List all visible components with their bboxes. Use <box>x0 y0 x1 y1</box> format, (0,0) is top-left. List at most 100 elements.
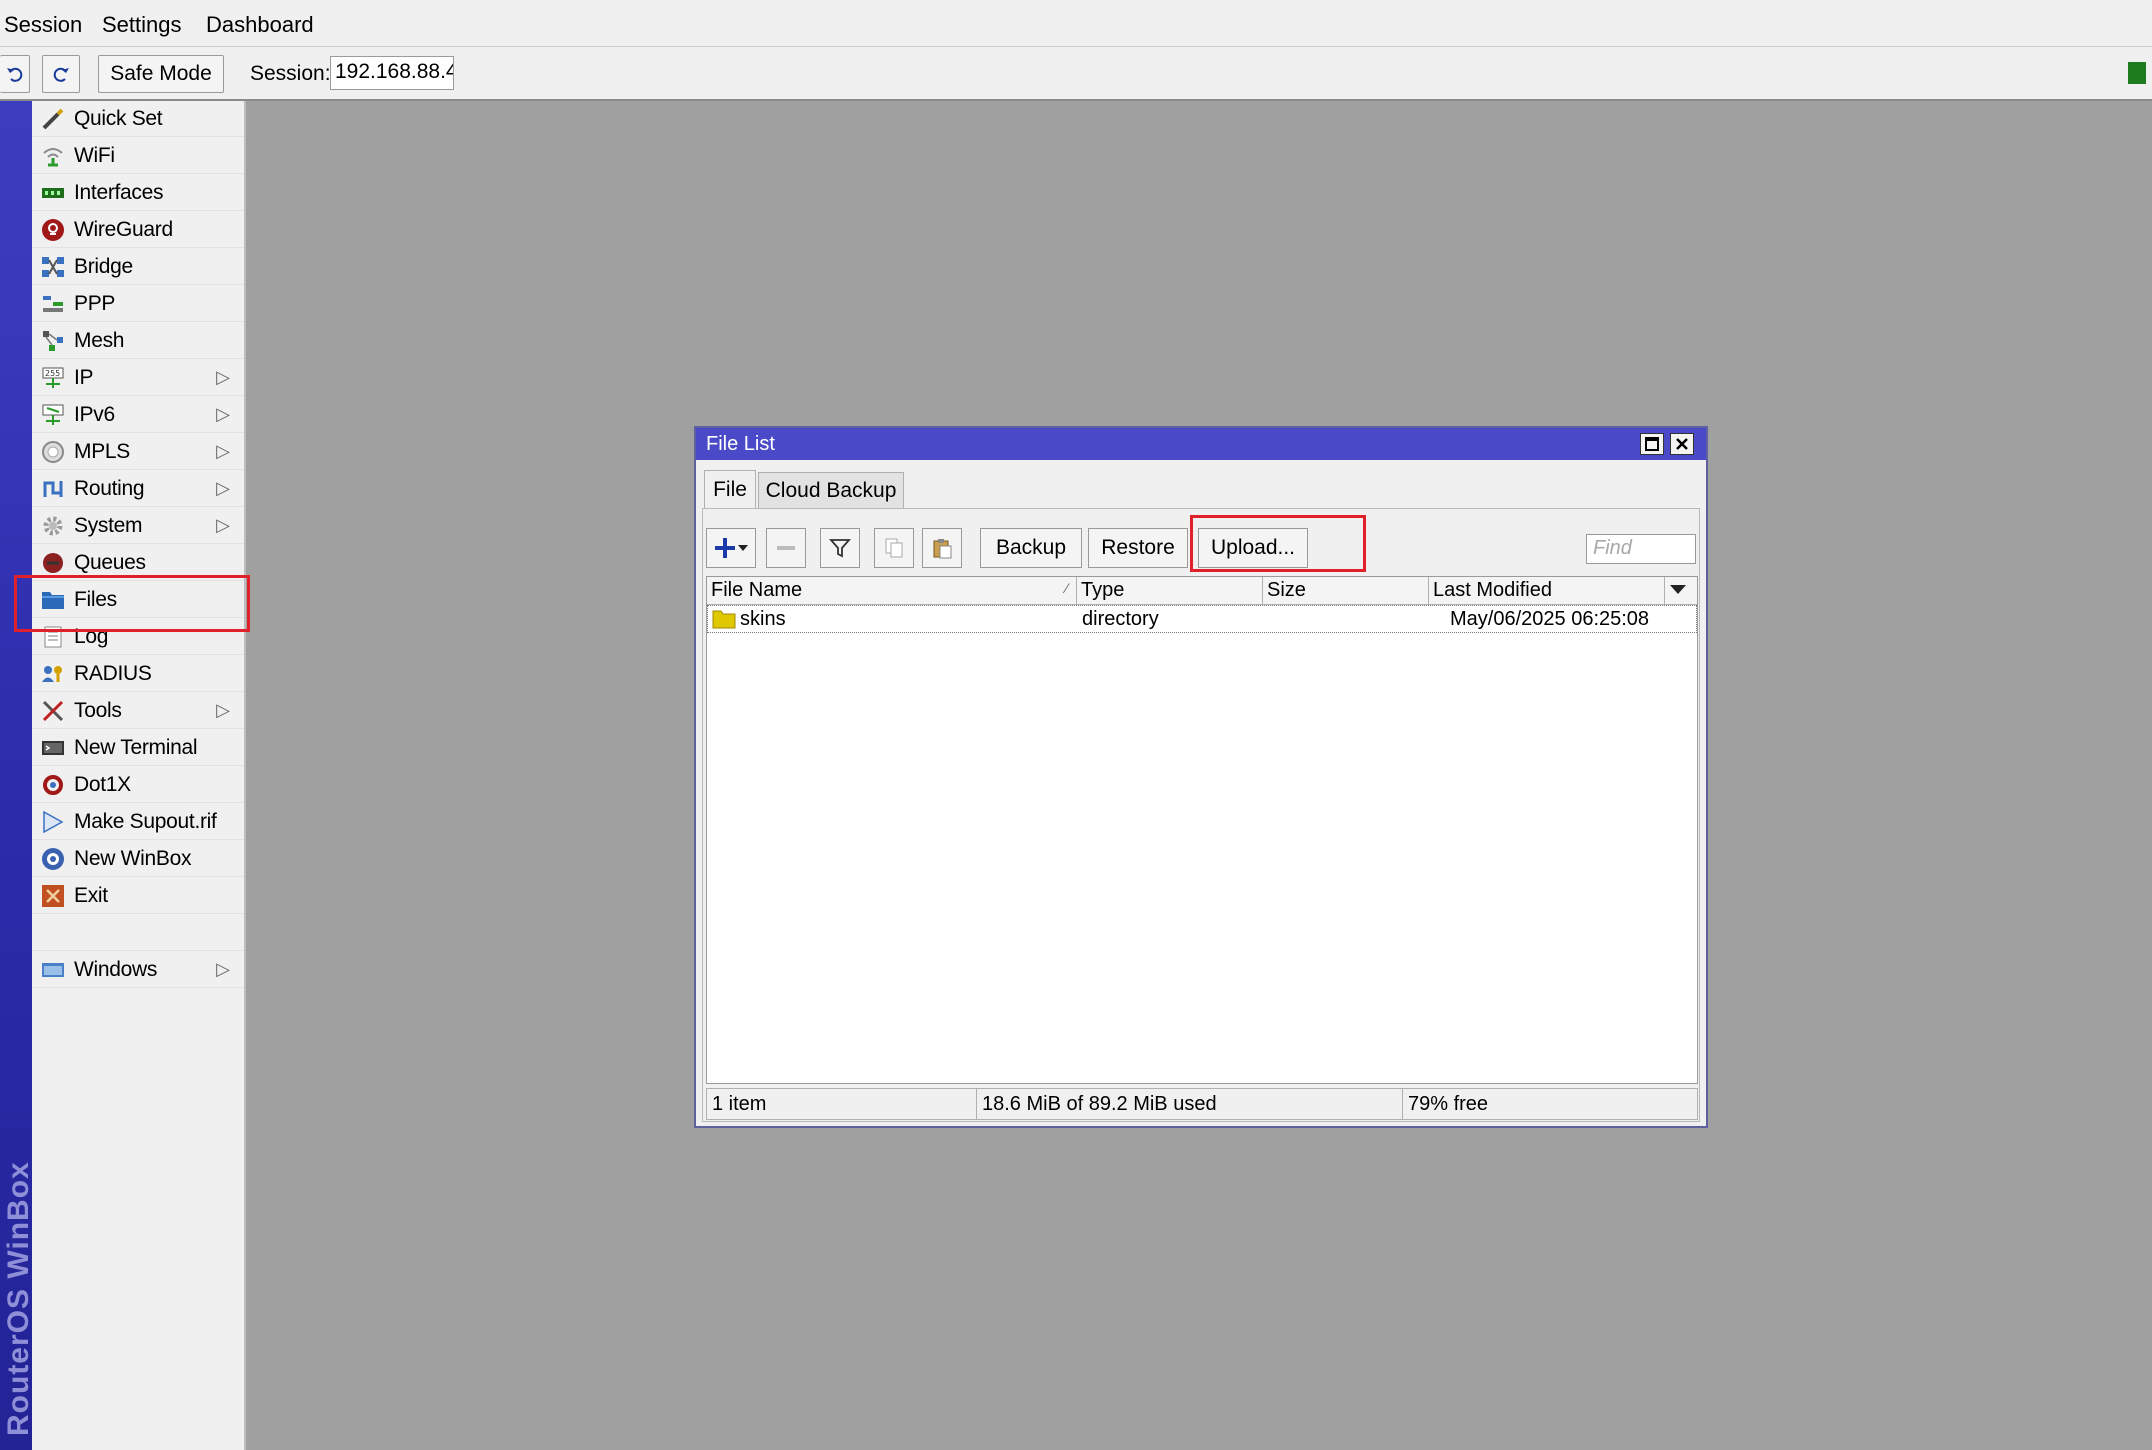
sidebar-item-label: New Terminal <box>74 735 198 759</box>
sidebar-item-tools[interactable]: Tools ▷ <box>32 693 244 729</box>
sidebar-item-label: WireGuard <box>74 217 173 241</box>
redo-button[interactable] <box>42 55 80 93</box>
sidebar-item-mesh[interactable]: Mesh <box>32 323 244 359</box>
folder-icon <box>40 588 66 612</box>
supout-icon <box>40 810 66 834</box>
sidebar-menu: Quick Set WiFi Interfaces WireGuard Brid… <box>32 101 246 1450</box>
sidebar-item-wifi[interactable]: WiFi <box>32 138 244 174</box>
sidebar-item-bridge[interactable]: Bridge <box>32 249 244 285</box>
undo-button[interactable] <box>0 55 30 93</box>
sidebar-item-label: WiFi <box>74 143 115 167</box>
sidebar-item-label: MPLS <box>74 439 130 463</box>
wifi-icon <box>40 144 66 168</box>
menu-session[interactable]: Session <box>4 12 82 38</box>
exit-icon <box>40 884 66 908</box>
brand-text: RouterOS WinBox <box>2 1161 35 1436</box>
ip-icon: 255 <box>40 366 66 390</box>
minus-icon <box>777 546 795 550</box>
paste-icon <box>933 539 952 559</box>
sidebar-item-routing[interactable]: Routing ▷ <box>32 471 244 507</box>
file-table: File Name ⁄ Type Size Last Modified skin… <box>706 576 1698 1084</box>
close-icon <box>1676 438 1688 450</box>
users-icon <box>40 662 66 686</box>
bridge-icon <box>40 255 66 279</box>
sidebar-item-ip[interactable]: 255 IP ▷ <box>32 360 244 396</box>
upload-button[interactable]: Upload... <box>1198 528 1308 568</box>
column-header-file-name[interactable]: File Name ⁄ <box>707 577 1077 605</box>
copy-button[interactable] <box>874 528 914 568</box>
paste-button[interactable] <box>922 528 962 568</box>
routing-icon <box>40 477 66 501</box>
sidebar-item-interfaces[interactable]: Interfaces <box>32 175 244 211</box>
sidebar-item-label: System <box>74 513 143 537</box>
sidebar-item-quick-set[interactable]: Quick Set <box>32 101 244 137</box>
maximize-button[interactable] <box>1640 433 1664 455</box>
sidebar-item-label: Quick Set <box>74 106 163 130</box>
sidebar-item-label: PPP <box>74 291 116 315</box>
submenu-arrow-icon: ▷ <box>216 478 230 498</box>
windows-icon <box>40 958 66 982</box>
sidebar-item-label: Mesh <box>74 328 125 352</box>
main-toolbar: Safe Mode Session: 192.168.88.4 <box>0 47 2152 101</box>
brand-strip: RouterOS WinBox <box>0 101 35 1450</box>
backup-button[interactable]: Backup <box>980 528 1082 568</box>
column-header-size[interactable]: Size <box>1263 577 1429 605</box>
safe-mode-button[interactable]: Safe Mode <box>98 55 224 93</box>
find-input[interactable]: Find <box>1586 534 1696 564</box>
sidebar-item-dot1x[interactable]: Dot1X <box>32 767 244 803</box>
dot1x-icon <box>40 773 66 797</box>
sidebar-item-radius[interactable]: RADIUS <box>32 656 244 692</box>
sidebar-item-label: Exit <box>74 883 108 907</box>
tab-cloud-backup[interactable]: Cloud Backup <box>758 472 904 508</box>
submenu-arrow-icon: ▷ <box>216 700 230 720</box>
folder-icon <box>712 609 736 634</box>
sidebar-item-ipv6[interactable]: IPv6 ▷ <box>32 397 244 433</box>
menu-dashboard[interactable]: Dashboard <box>206 12 314 38</box>
sidebar-item-label: RADIUS <box>74 661 152 685</box>
wireguard-icon <box>40 218 66 242</box>
sidebar-item-ppp[interactable]: PPP <box>32 286 244 322</box>
window-title: File List <box>706 433 775 455</box>
maximize-icon <box>1645 437 1659 451</box>
sidebar-spacer <box>32 915 244 951</box>
sidebar-item-label: New WinBox <box>74 846 192 870</box>
sidebar-item-mpls[interactable]: MPLS ▷ <box>32 434 244 470</box>
table-row[interactable]: skins directory May/06/2025 06:25:08 <box>707 605 1697 633</box>
sidebar-item-label: IPv6 <box>74 402 115 426</box>
sidebar-item-files[interactable]: Files <box>32 582 244 618</box>
sidebar-item-windows[interactable]: Windows ▷ <box>32 952 244 988</box>
submenu-arrow-icon: ▷ <box>216 959 230 979</box>
filter-button[interactable] <box>820 528 860 568</box>
column-header-type[interactable]: Type <box>1077 577 1263 605</box>
menu-settings[interactable]: Settings <box>102 12 182 38</box>
add-button[interactable] <box>706 528 756 568</box>
chevron-down-icon <box>738 545 748 551</box>
status-free-space: 79% free <box>1408 1093 1489 1115</box>
menu-bar: Session Settings Dashboard <box>0 0 2152 47</box>
session-label: Session: <box>250 62 331 85</box>
sidebar-item-log[interactable]: Log <box>32 619 244 655</box>
column-chooser-button[interactable] <box>1665 577 1697 605</box>
chevron-down-icon <box>1670 585 1686 594</box>
sidebar-item-wireguard[interactable]: WireGuard <box>32 212 244 248</box>
sidebar-item-new-terminal[interactable]: New Terminal <box>32 730 244 766</box>
tab-file[interactable]: File <box>704 470 756 508</box>
close-button[interactable] <box>1670 433 1694 455</box>
session-address-field[interactable]: 192.168.88.4 <box>330 56 454 90</box>
cell-last-modified: May/06/2025 06:25:08 <box>1450 608 1650 630</box>
winbox-icon <box>40 847 66 871</box>
sidebar-item-label: Queues <box>74 550 146 574</box>
sidebar-item-new-winbox[interactable]: New WinBox <box>32 841 244 877</box>
window-title-bar[interactable]: File List <box>696 428 1706 460</box>
sidebar-item-exit[interactable]: Exit <box>32 878 244 914</box>
sidebar-item-make-supout[interactable]: Make Supout.rif <box>32 804 244 840</box>
sidebar-item-queues[interactable]: Queues <box>32 545 244 581</box>
sidebar-item-system[interactable]: System ▷ <box>32 508 244 544</box>
restore-button[interactable]: Restore <box>1088 528 1188 568</box>
copy-icon <box>885 538 903 558</box>
status-disk-usage: 18.6 MiB of 89.2 MiB used <box>977 1089 1403 1119</box>
sidebar-item-label: Bridge <box>74 254 133 278</box>
remove-button[interactable] <box>766 528 806 568</box>
sidebar-item-label: Log <box>74 624 109 648</box>
column-header-last-modified[interactable]: Last Modified <box>1429 577 1665 605</box>
